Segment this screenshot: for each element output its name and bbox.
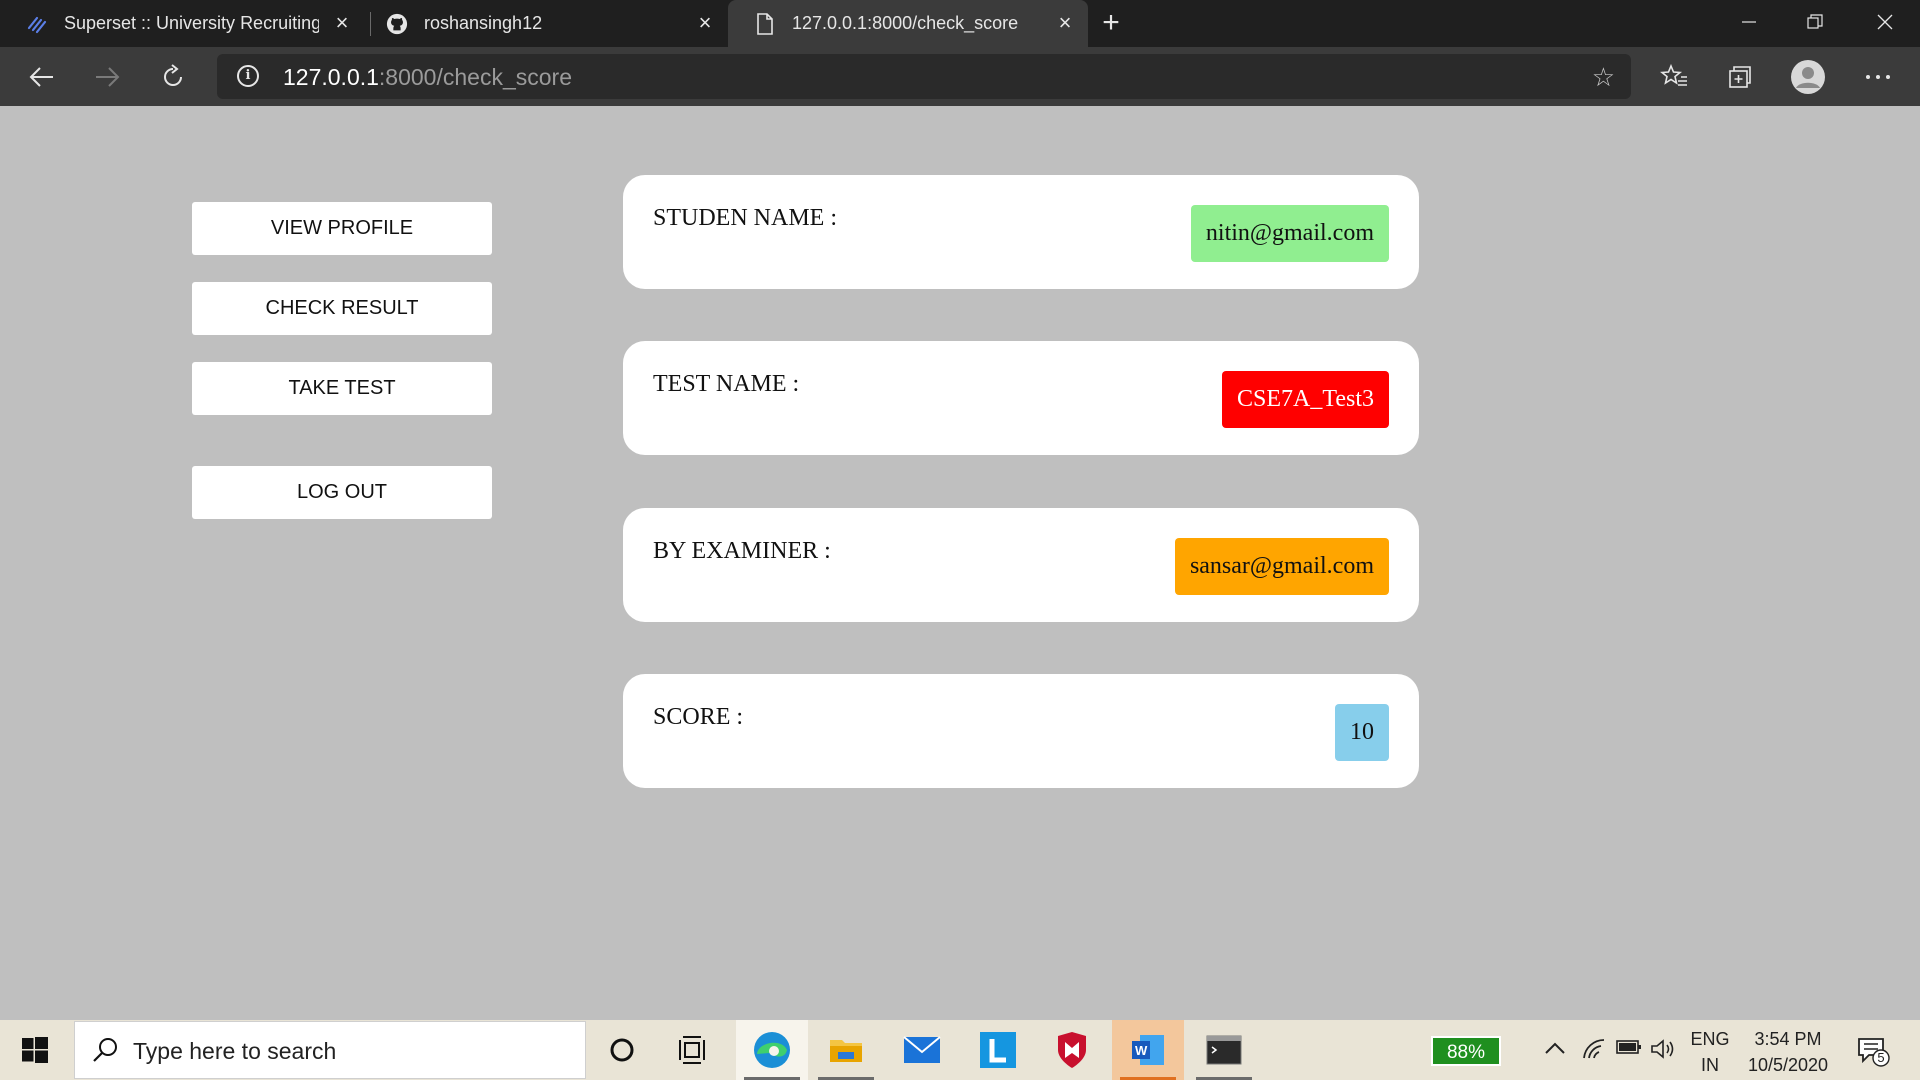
mcafee-shield-icon[interactable] <box>1036 1020 1108 1080</box>
volume-icon[interactable] <box>1650 1038 1676 1066</box>
region-code: IN <box>1701 1055 1719 1075</box>
check-result-button[interactable]: CHECK RESULT <box>192 282 492 335</box>
superset-icon <box>26 13 48 35</box>
back-arrow-icon[interactable] <box>21 56 63 98</box>
language-code: ENG <box>1690 1029 1730 1049</box>
tab-github[interactable]: roshansingh12 × <box>370 0 728 47</box>
close-tab-icon[interactable]: × <box>694 12 716 34</box>
notification-center-icon[interactable]: 5 <box>1856 1034 1890 1068</box>
examiner-card: BY EXAMINER : sansar@gmail.com <box>623 508 1419 622</box>
examiner-label: BY EXAMINER : <box>653 538 831 564</box>
svg-text:W: W <box>1135 1043 1148 1058</box>
terminal-icon[interactable] <box>1188 1020 1260 1080</box>
page-icon <box>754 12 776 35</box>
battery-percent-badge: 88% <box>1431 1036 1501 1066</box>
l-app-icon[interactable] <box>962 1020 1034 1080</box>
test-name-label: TEST NAME : <box>653 371 800 397</box>
clock-date: 10/5/2020 <box>1747 1055 1829 1075</box>
restore-icon[interactable] <box>1782 0 1848 44</box>
examiner-value: sansar@gmail.com <box>1174 538 1389 595</box>
site-info-icon[interactable]: i <box>237 65 259 87</box>
test-name-card: TEST NAME : CSE7A_Test3 <box>623 341 1419 455</box>
minimize-icon[interactable] <box>1716 0 1782 44</box>
browser-tab-bar: Superset :: University Recruiting × rosh… <box>0 0 1920 47</box>
refresh-icon[interactable] <box>152 56 194 98</box>
forward-arrow-icon[interactable] <box>86 56 128 98</box>
student-name-value: nitin@gmail.com <box>1190 205 1389 262</box>
input-language-indicator[interactable]: ENG IN <box>1680 1026 1740 1078</box>
file-explorer-icon[interactable] <box>810 1020 882 1080</box>
windows-taskbar: Type here to search W 88% ENG IN 3:54 PM… <box>0 1020 1920 1080</box>
tab-title: roshansingh12 <box>424 13 543 33</box>
browser-toolbar: i 127.0.0.1:8000/check_score ☆ <box>0 47 1920 106</box>
address-bar[interactable]: i 127.0.0.1:8000/check_score ☆ <box>217 54 1631 99</box>
score-value: 10 <box>1335 704 1389 761</box>
collections-icon[interactable] <box>1722 59 1758 95</box>
battery-icon[interactable] <box>1616 1038 1642 1061</box>
tab-check-score[interactable]: 127.0.0.1:8000/check_score × <box>728 0 1088 47</box>
tab-superset[interactable]: Superset :: University Recruiting × <box>0 0 365 47</box>
mail-icon[interactable] <box>886 1020 958 1080</box>
close-tab-icon[interactable]: × <box>1054 12 1076 34</box>
score-card: SCORE : 10 <box>623 674 1419 788</box>
close-window-icon[interactable] <box>1852 0 1918 44</box>
score-label: SCORE : <box>653 704 744 730</box>
word-icon[interactable]: W <box>1112 1020 1184 1080</box>
show-hidden-icons-chevron-icon[interactable] <box>1544 1038 1566 1061</box>
search-placeholder: Type here to search <box>133 1038 337 1064</box>
taskbar-search-input[interactable]: Type here to search <box>74 1021 586 1079</box>
view-profile-button[interactable]: VIEW PROFILE <box>192 202 492 255</box>
more-options-icon[interactable] <box>1860 59 1896 95</box>
test-name-value: CSE7A_Test3 <box>1222 371 1389 428</box>
edge-browser-icon[interactable] <box>736 1020 808 1080</box>
new-tab-icon[interactable]: + <box>1098 8 1124 38</box>
profile-avatar-icon[interactable] <box>1790 59 1826 95</box>
student-name-card: STUDEN NAME : nitin@gmail.com <box>623 175 1419 289</box>
student-name-label: STUDEN NAME : <box>653 205 837 231</box>
task-view-icon[interactable] <box>658 1020 730 1080</box>
tab-title: Superset :: University Recruiting <box>64 13 319 33</box>
clock-time: 3:54 PM <box>1754 1029 1822 1049</box>
tab-title: 127.0.0.1:8000/check_score <box>792 13 1019 33</box>
favorites-icon[interactable] <box>1656 59 1692 95</box>
clock[interactable]: 3:54 PM 10/5/2020 <box>1740 1026 1836 1078</box>
github-icon <box>386 13 408 35</box>
search-icon <box>93 1038 117 1062</box>
notification-count: 5 <box>1877 1050 1885 1065</box>
wifi-icon[interactable] <box>1582 1038 1606 1066</box>
log-out-button[interactable]: LOG OUT <box>192 466 492 519</box>
close-tab-icon[interactable]: × <box>331 12 353 34</box>
take-test-button[interactable]: TAKE TEST <box>192 362 492 415</box>
cortana-icon[interactable] <box>586 1020 658 1080</box>
windows-start-icon[interactable] <box>0 1020 70 1080</box>
url-text: 127.0.0.1:8000/check_score <box>283 64 572 90</box>
favorite-star-icon[interactable]: ☆ <box>1592 62 1615 93</box>
